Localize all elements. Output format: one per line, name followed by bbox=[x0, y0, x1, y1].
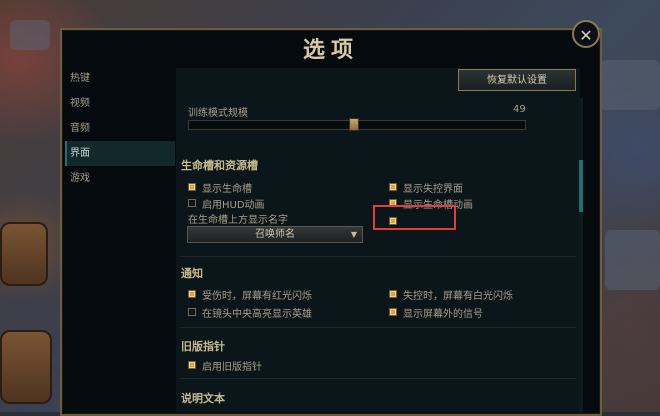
stone-decoration bbox=[605, 230, 660, 290]
sidebar-item-audio[interactable]: 音频 bbox=[65, 116, 175, 141]
scroll-thumb[interactable] bbox=[579, 160, 583, 212]
dropdown-value: 召唤师名 bbox=[255, 229, 295, 240]
section-title-notifications: 通知 bbox=[181, 267, 203, 280]
checkbox[interactable] bbox=[389, 182, 397, 191]
close-button[interactable]: ✕ bbox=[572, 20, 600, 48]
checkbox[interactable] bbox=[188, 182, 196, 191]
checkbox[interactable] bbox=[389, 307, 397, 316]
chevron-down-icon: ▼ bbox=[350, 230, 357, 239]
option-highlight-hero[interactable]: 在镜头中央高亮显示英雄 bbox=[188, 302, 312, 320]
section-title-health: 生命槽和资源槽 bbox=[181, 159, 258, 172]
dialog-title: 选项 bbox=[302, 38, 359, 63]
training-scale-label: 训练模式规模 bbox=[188, 108, 248, 119]
stone-decoration bbox=[10, 20, 50, 50]
highlight-annotation bbox=[373, 205, 456, 230]
option-label: 在镜头中央高亮显示英雄 bbox=[202, 309, 312, 320]
option-hurt-flash[interactable]: 受伤时，屏幕有红光闪烁 bbox=[188, 284, 312, 302]
divider bbox=[180, 378, 576, 379]
training-scale-value: 49 bbox=[513, 104, 526, 115]
reset-defaults-button[interactable]: 恢复默认设置 bbox=[458, 69, 576, 91]
section-title-legacy-cursor: 旧版指针 bbox=[181, 340, 225, 353]
sidebar-item-video[interactable]: 视频 bbox=[65, 91, 175, 116]
option-label: 受伤时，屏幕有红光闪烁 bbox=[202, 291, 312, 302]
option-offscreen-signals[interactable]: 显示屏幕外的信号 bbox=[389, 302, 483, 320]
barrel-decoration bbox=[0, 330, 52, 404]
checkbox[interactable] bbox=[188, 198, 196, 207]
option-label: 启用旧版指针 bbox=[202, 362, 262, 373]
option-cc-flash[interactable]: 失控时，屏幕有白光闪烁 bbox=[389, 284, 513, 302]
name-display-label: 在生命槽上方显示名字 bbox=[188, 215, 288, 226]
option-legacy-cursor[interactable]: 启用旧版指针 bbox=[188, 355, 262, 373]
divider bbox=[180, 256, 576, 257]
option-show-health[interactable]: 显示生命槽 bbox=[188, 177, 252, 195]
section-title-description: 说明文本 bbox=[181, 392, 225, 405]
checkbox[interactable] bbox=[188, 289, 196, 298]
barrel-decoration bbox=[0, 222, 48, 286]
slider-handle[interactable] bbox=[348, 118, 359, 131]
sidebar: 热键 视频 音频 界面 游戏 bbox=[65, 66, 175, 191]
option-hud-animation[interactable]: 启用HUD动画 bbox=[188, 193, 265, 211]
sidebar-item-hotkeys[interactable]: 热键 bbox=[65, 66, 175, 91]
option-label: 显示屏幕外的信号 bbox=[403, 309, 483, 320]
name-type-dropdown[interactable]: 召唤师名 ▼ bbox=[187, 226, 363, 243]
sidebar-item-interface[interactable]: 界面 bbox=[65, 141, 175, 166]
sidebar-item-game[interactable]: 游戏 bbox=[65, 166, 175, 191]
checkbox[interactable] bbox=[188, 307, 196, 316]
divider bbox=[180, 327, 576, 328]
stone-decoration bbox=[600, 60, 660, 110]
checkbox[interactable] bbox=[188, 360, 196, 369]
option-label: 失控时，屏幕有白光闪烁 bbox=[403, 291, 513, 302]
scrollbar[interactable] bbox=[579, 98, 583, 412]
close-icon: ✕ bbox=[579, 26, 593, 45]
option-label: 启用HUD动画 bbox=[202, 200, 265, 211]
checkbox[interactable] bbox=[389, 289, 397, 298]
option-show-control-ui[interactable]: 显示失控界面 bbox=[389, 177, 463, 195]
